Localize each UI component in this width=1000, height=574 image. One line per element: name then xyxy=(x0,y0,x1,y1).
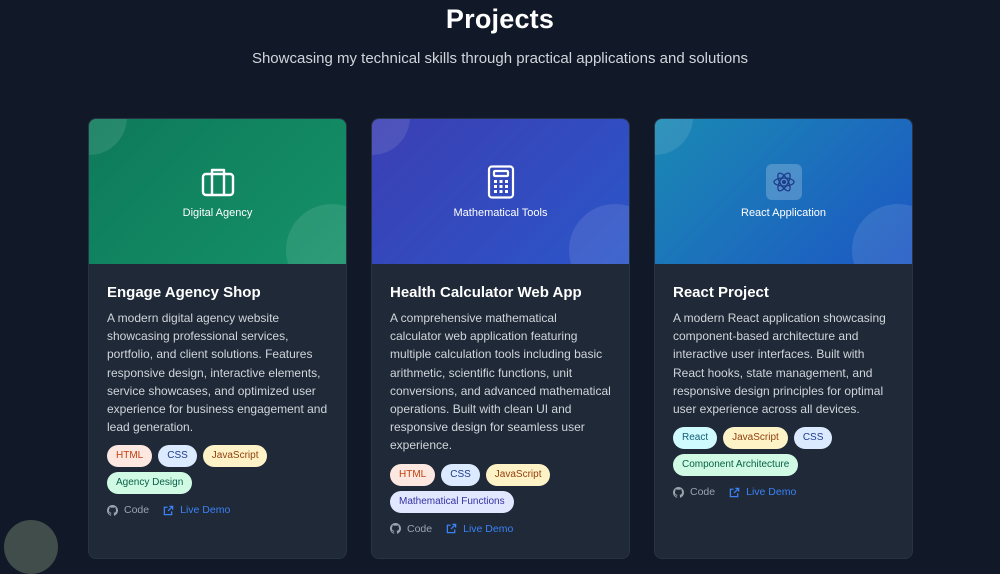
tag-css: CSS xyxy=(158,445,197,468)
project-card-react: React Application React Project A modern… xyxy=(654,118,913,559)
code-link-label: Code xyxy=(124,504,150,517)
page-subtitle: Showcasing my technical skills through p… xyxy=(251,50,749,67)
live-demo-link[interactable]: Live Demo xyxy=(163,504,230,516)
tag-javascript: JavaScript xyxy=(723,427,788,450)
page-title: Projects xyxy=(445,4,555,34)
tag-javascript: JavaScript xyxy=(485,463,551,486)
tag-react: React xyxy=(673,427,718,450)
card-title: Engage Agency Shop xyxy=(107,284,261,301)
live-demo-link[interactable]: Live Demo xyxy=(446,523,513,535)
external-link-icon xyxy=(729,487,740,497)
card-hero: Mathematical Tools xyxy=(372,119,629,264)
project-card-engage-agency: Digital Agency Engage Agency Shop A mode… xyxy=(88,118,347,559)
tag-javascript: JavaScript xyxy=(202,445,268,468)
tag-mathematical-functions: Mathematical Functions xyxy=(390,490,514,513)
card-hero: React Application xyxy=(655,119,912,264)
github-icon xyxy=(107,504,118,516)
code-link[interactable]: Code xyxy=(390,523,432,535)
tag-html: HTML xyxy=(390,463,436,486)
decorative-circle xyxy=(372,119,410,155)
code-link-label: Code xyxy=(407,522,433,535)
card-title: Health Calculator Web App xyxy=(390,284,582,301)
card-hero: Digital Agency xyxy=(89,119,346,264)
watermark-logo xyxy=(4,520,58,574)
briefcase-icon xyxy=(200,164,236,200)
tag-list: React JavaScript CSS Component Architect… xyxy=(673,427,894,477)
code-link-label: Code xyxy=(690,486,716,499)
card-description: A modern digital agency website showcasi… xyxy=(107,311,328,435)
tag-list: HTML CSS JavaScript Agency Design xyxy=(107,445,328,495)
tag-list: HTML CSS JavaScript Mathematical Functio… xyxy=(390,463,611,513)
tag-component-architecture: Component Architecture xyxy=(673,454,799,477)
live-demo-link[interactable]: Live Demo xyxy=(729,486,796,498)
tag-css: CSS xyxy=(793,427,833,450)
external-link-icon xyxy=(446,523,457,534)
decorative-circle xyxy=(655,119,693,155)
hero-label: Digital Agency xyxy=(182,207,253,219)
card-title: React Project xyxy=(673,284,769,301)
decorative-circle xyxy=(89,119,127,155)
code-link[interactable]: Code xyxy=(673,486,715,498)
github-icon xyxy=(390,523,401,534)
card-links: Code Live Demo xyxy=(107,504,328,536)
calculator-icon xyxy=(483,164,519,200)
external-link-icon xyxy=(163,505,174,516)
project-card-health-calculator: Mathematical Tools Health Calculator Web… xyxy=(371,118,630,559)
tag-css: CSS xyxy=(441,463,480,486)
tag-agency-design: Agency Design xyxy=(107,472,193,495)
live-demo-label: Live Demo xyxy=(463,522,514,535)
card-description: A modern React application showcasing co… xyxy=(673,311,886,417)
react-icon xyxy=(765,164,802,200)
card-description: A comprehensive mathematical calculator … xyxy=(390,311,611,453)
hero-label: Mathematical Tools xyxy=(453,207,548,219)
card-links: Code Live Demo xyxy=(390,523,611,555)
live-demo-label: Live Demo xyxy=(180,504,231,517)
github-icon xyxy=(673,486,684,498)
hero-label: React Application xyxy=(741,207,826,219)
card-links: Code Live Demo xyxy=(673,486,894,518)
code-link[interactable]: Code xyxy=(107,504,149,516)
live-demo-label: Live Demo xyxy=(746,486,797,499)
tag-html: HTML xyxy=(107,445,153,468)
